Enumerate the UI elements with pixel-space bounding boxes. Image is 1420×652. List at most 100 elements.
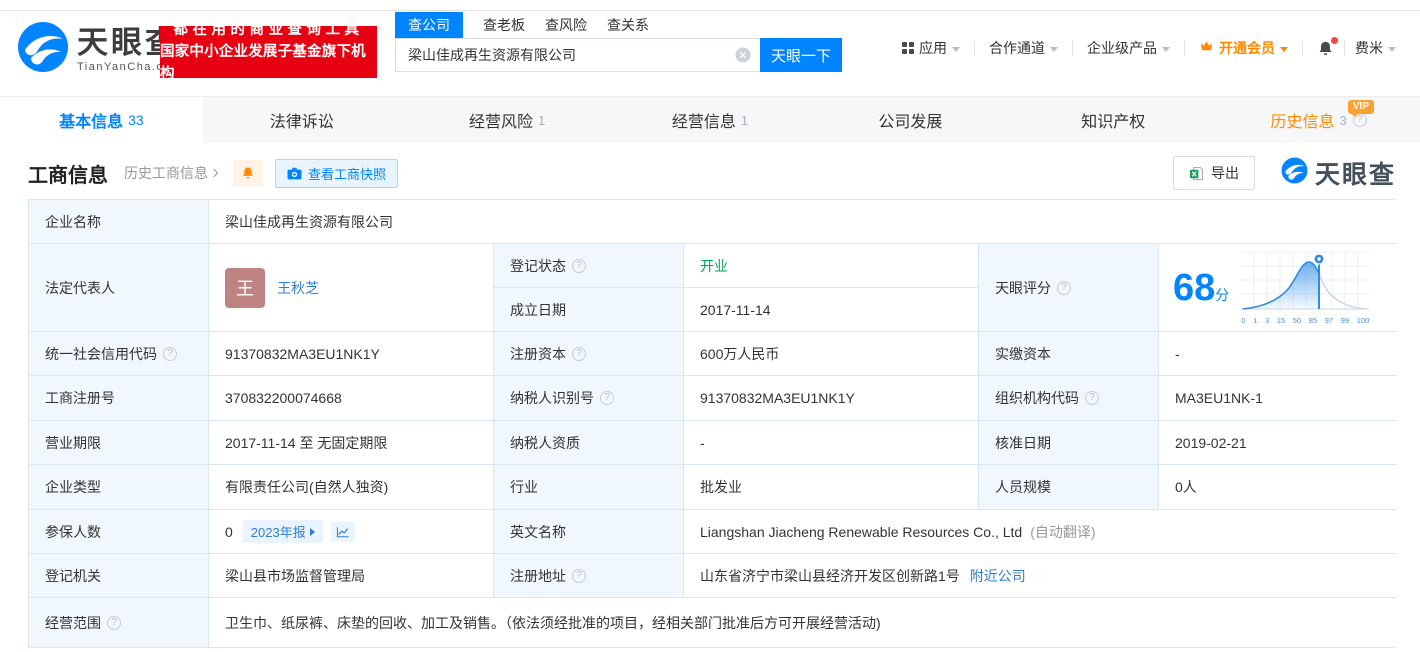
nav-divider (1072, 40, 1073, 56)
nav-enterprise-products[interactable]: 企业级产品 (1087, 38, 1170, 58)
nav-divider (1344, 40, 1345, 56)
bell-icon (243, 167, 253, 179)
clear-search-icon[interactable] (735, 47, 751, 63)
help-icon[interactable]: ? (1085, 391, 1099, 405)
notifications-bell-icon[interactable] (1317, 36, 1338, 57)
nearby-companies-link[interactable]: 附近公司 (970, 566, 1026, 586)
camera-icon (287, 167, 302, 179)
field-label-registration-status: 登记状态 ? (494, 244, 684, 288)
search-tab-relation[interactable]: 查关系 (607, 12, 649, 38)
tab-history-info[interactable]: VIP 历史信息 3 ? (1217, 97, 1420, 143)
tab-basic-info[interactable]: 基本信息 33 (0, 97, 203, 143)
brand-slogan-banner: 都在用的商业查询工具 国家中小企业发展子基金旗下机构 (160, 22, 377, 82)
nav-apps[interactable]: 应用 (902, 38, 960, 58)
field-label-registered-capital: 注册资本 ? (494, 332, 684, 376)
field-label-taxpayer-quality: 纳税人资质 (494, 421, 684, 465)
field-value-insured-count: 0 2023年报 (209, 510, 494, 554)
tab-count: 1 (740, 112, 749, 128)
apps-grid-icon (902, 42, 914, 54)
help-icon[interactable]: ? (107, 615, 121, 630)
field-label-staff-size: 人员规模 (979, 465, 1159, 510)
field-label-taxpayer-id: 纳税人识别号 ? (494, 376, 684, 421)
tianyancha-watermark-icon (1281, 157, 1308, 189)
username: 费米 (1355, 40, 1383, 56)
field-label-credit-code: 统一社会信用代码 ? (29, 332, 209, 376)
field-value-taxpayer-id: 91370832MA3EU1NK1Y (684, 376, 979, 421)
tianyancha-logo[interactable]: 天眼查 TianYanCha.com (17, 21, 182, 78)
field-value-credit-code: 91370832MA3EU1NK1Y (209, 332, 494, 376)
chevron-down-icon (952, 46, 960, 52)
nav-cooperation[interactable]: 合作通道 (989, 38, 1058, 58)
field-label-company-name: 企业名称 (29, 200, 209, 244)
search-input[interactable] (395, 38, 760, 72)
chevron-down-icon (1162, 46, 1170, 52)
field-label-registration-authority: 登记机关 (29, 554, 209, 598)
tianyancha-company-page: 天眼查 TianYanCha.com 都在用的商业查询工具 国家中小企业发展子基… (0, 0, 1420, 652)
field-label-industry: 行业 (494, 465, 684, 510)
field-value-business-scope: 卫生巾、纸尿裤、床垫的回收、加工及销售。（依法须经批准的项目，经相关部门批准后方… (209, 598, 1397, 647)
legal-rep-name-link[interactable]: 王秋芝 (277, 278, 319, 298)
chevron-down-icon (1050, 46, 1058, 52)
tab-intellectual-property[interactable]: 知识产权 (1014, 97, 1217, 143)
tab-company-development[interactable]: 公司发展 (811, 97, 1014, 143)
field-label-insured-count: 参保人数 (29, 510, 209, 554)
tab-legal-proceedings[interactable]: 法律诉讼 (203, 97, 406, 143)
chevron-down-icon (1388, 46, 1396, 52)
field-value-company-name: 梁山佳成再生资源有限公司 (209, 200, 1397, 244)
field-value-registration-authority: 梁山县市场监督管理局 (209, 554, 494, 598)
score-axis-ticks: 0 1 3 15 50 85 97 99 100 (1241, 316, 1370, 325)
field-value-business-term: 2017-11-14 至 无固定期限 (209, 421, 494, 465)
nav-divider (1302, 40, 1303, 56)
field-label-business-term: 营业期限 (29, 421, 209, 465)
view-business-snapshot-button[interactable]: 查看工商快照 (275, 158, 399, 188)
help-icon[interactable]: ? (572, 346, 586, 361)
help-icon[interactable]: ? (572, 258, 586, 273)
field-value-tianyan-score: 68 分 0 1 3 15 50 85 97 99 100 (1159, 244, 1397, 332)
crown-icon (1199, 39, 1214, 57)
field-value-establish-date: 2017-11-14 (684, 288, 979, 332)
business-info-table: 企业名称 梁山佳成再生资源有限公司 法定代表人 王 王秋芝 登记状态 ? 开业 … (28, 199, 1397, 648)
field-label-establish-date: 成立日期 (494, 288, 684, 332)
field-label-english-name: 英文名称 (494, 510, 684, 554)
status-open: 开业 (700, 257, 728, 274)
export-button[interactable]: 导出 (1172, 156, 1255, 190)
help-icon[interactable]: ? (572, 568, 586, 583)
field-value-company-type: 有限责任公司(自然人独资) (209, 465, 494, 510)
field-label-registered-address: 注册地址 ? (494, 554, 684, 598)
chevron-right-icon (209, 168, 219, 178)
field-value-legal-representative: 王 王秋芝 (209, 244, 494, 332)
annual-report-button[interactable]: 2023年报 (242, 520, 323, 543)
field-value-english-name: Liangshan Jiacheng Renewable Resources C… (684, 510, 1397, 554)
monitor-bell-button[interactable] (233, 160, 263, 186)
nav-open-vip[interactable]: 开通会员 (1199, 38, 1288, 58)
tab-operation-risk[interactable]: 经营风险 1 (406, 97, 609, 143)
search-tab-risk[interactable]: 查风险 (545, 12, 587, 38)
nav-divider (1184, 40, 1185, 56)
nav-user-menu[interactable]: 费米 (1355, 38, 1396, 58)
tianyancha-watermark: 天眼查 (1281, 155, 1396, 191)
history-business-info-link[interactable]: 历史工商信息 (124, 163, 219, 183)
score-unit: 分 (1215, 286, 1230, 303)
search-tab-boss[interactable]: 查老板 (483, 12, 525, 38)
slogan-line2: 国家中小企业发展子基金旗下机构 (160, 44, 366, 82)
help-icon[interactable]: ? (600, 391, 614, 405)
field-value-approval-date: 2019-02-21 (1159, 421, 1397, 465)
help-icon[interactable]: ? (163, 346, 177, 361)
field-label-approval-date: 核准日期 (979, 421, 1159, 465)
field-value-taxpayer-quality: - (684, 421, 979, 465)
legal-rep-avatar[interactable]: 王 (225, 267, 265, 308)
page-top-divider (0, 10, 1420, 11)
insured-trend-chart-button[interactable] (330, 521, 355, 542)
insured-count: 0 (225, 523, 233, 540)
slogan-line1: 都在用的商业查询工具 (173, 22, 364, 38)
tab-count: 3 (1339, 112, 1347, 128)
search-tab-company[interactable]: 查公司 (395, 11, 463, 38)
chevron-down-icon (1280, 46, 1288, 52)
field-label-business-scope: 经营范围 ? (29, 598, 209, 647)
help-icon[interactable]: ? (1057, 280, 1071, 295)
auto-translate-note: (自动翻译) (1030, 523, 1096, 540)
field-value-registration-number: 370832200074668 (209, 376, 494, 421)
search-button[interactable]: 天眼一下 (760, 38, 842, 72)
tab-operation-info[interactable]: 经营信息 1 (609, 97, 812, 143)
field-value-registered-capital: 600万人民币 (684, 332, 979, 376)
